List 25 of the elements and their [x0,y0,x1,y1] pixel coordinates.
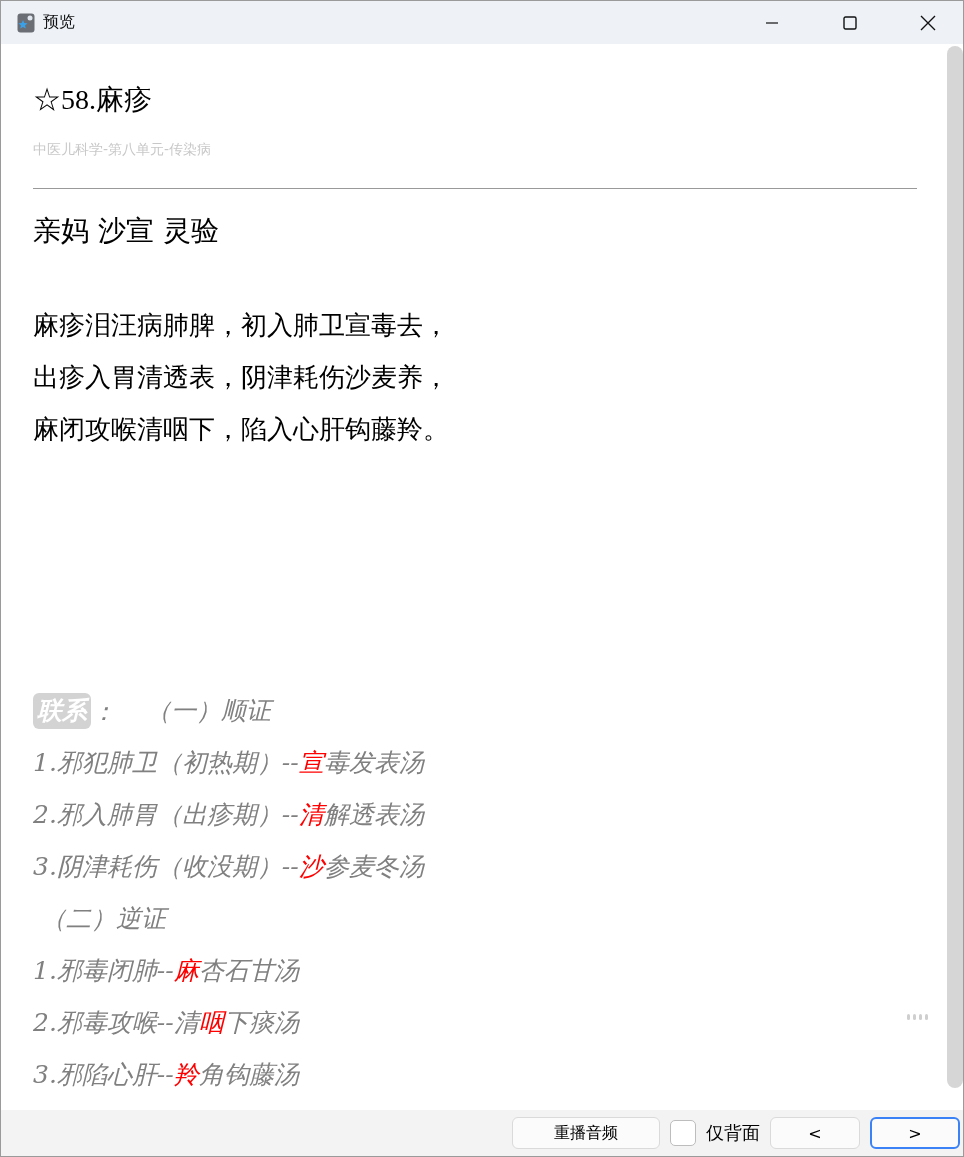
note-line: 1.邪犯肺卫（初热期）--宣毒发表汤 [33,747,426,779]
resize-grip-icon [907,1014,929,1020]
card-title: ☆58.麻疹 [33,83,153,117]
note-line: 3.邪陷心肝--羚角钩藤汤 [33,1059,301,1091]
close-icon [920,14,936,31]
note-line: 2.邪毒攻喉--清咽下痰汤 [33,1007,301,1039]
mnemonic-text: 亲妈 沙宣 灵验 [33,213,220,249]
verse-line: 麻闭攻喉清咽下，陷入心肝钩藤羚。 [33,413,450,446]
window-title: 预览 [43,12,76,33]
section-heading: （二）逆证 [33,893,917,945]
note-line: 3.阴津耗伤（收没期）--沙参麦冬汤 [33,851,426,883]
note-line: 1.邪毒闭肺--麻杏石甘汤 [33,955,301,987]
note-line: 2.邪入肺胃（出疹期）--清解透表汤 [33,799,426,831]
checkbox-label[interactable]: 仅背面 [706,1121,760,1145]
scrollbar-thumb[interactable] [947,46,963,1088]
replay-audio-button[interactable]: 重播音频 [512,1117,660,1149]
next-button[interactable]: > [870,1117,960,1149]
previous-button[interactable]: < [770,1117,860,1149]
checkbox[interactable] [670,1120,696,1146]
tag-colon: ： [91,695,116,728]
minimize-icon [765,21,779,24]
maximize-icon [843,15,857,30]
app-icon [17,12,35,33]
verse-line: 麻疹泪汪病肺脾，初入肺卫宣毒去， [33,309,450,342]
verse-line: 出疹入胃清透表，阴津耗伤沙麦养， [33,361,450,394]
